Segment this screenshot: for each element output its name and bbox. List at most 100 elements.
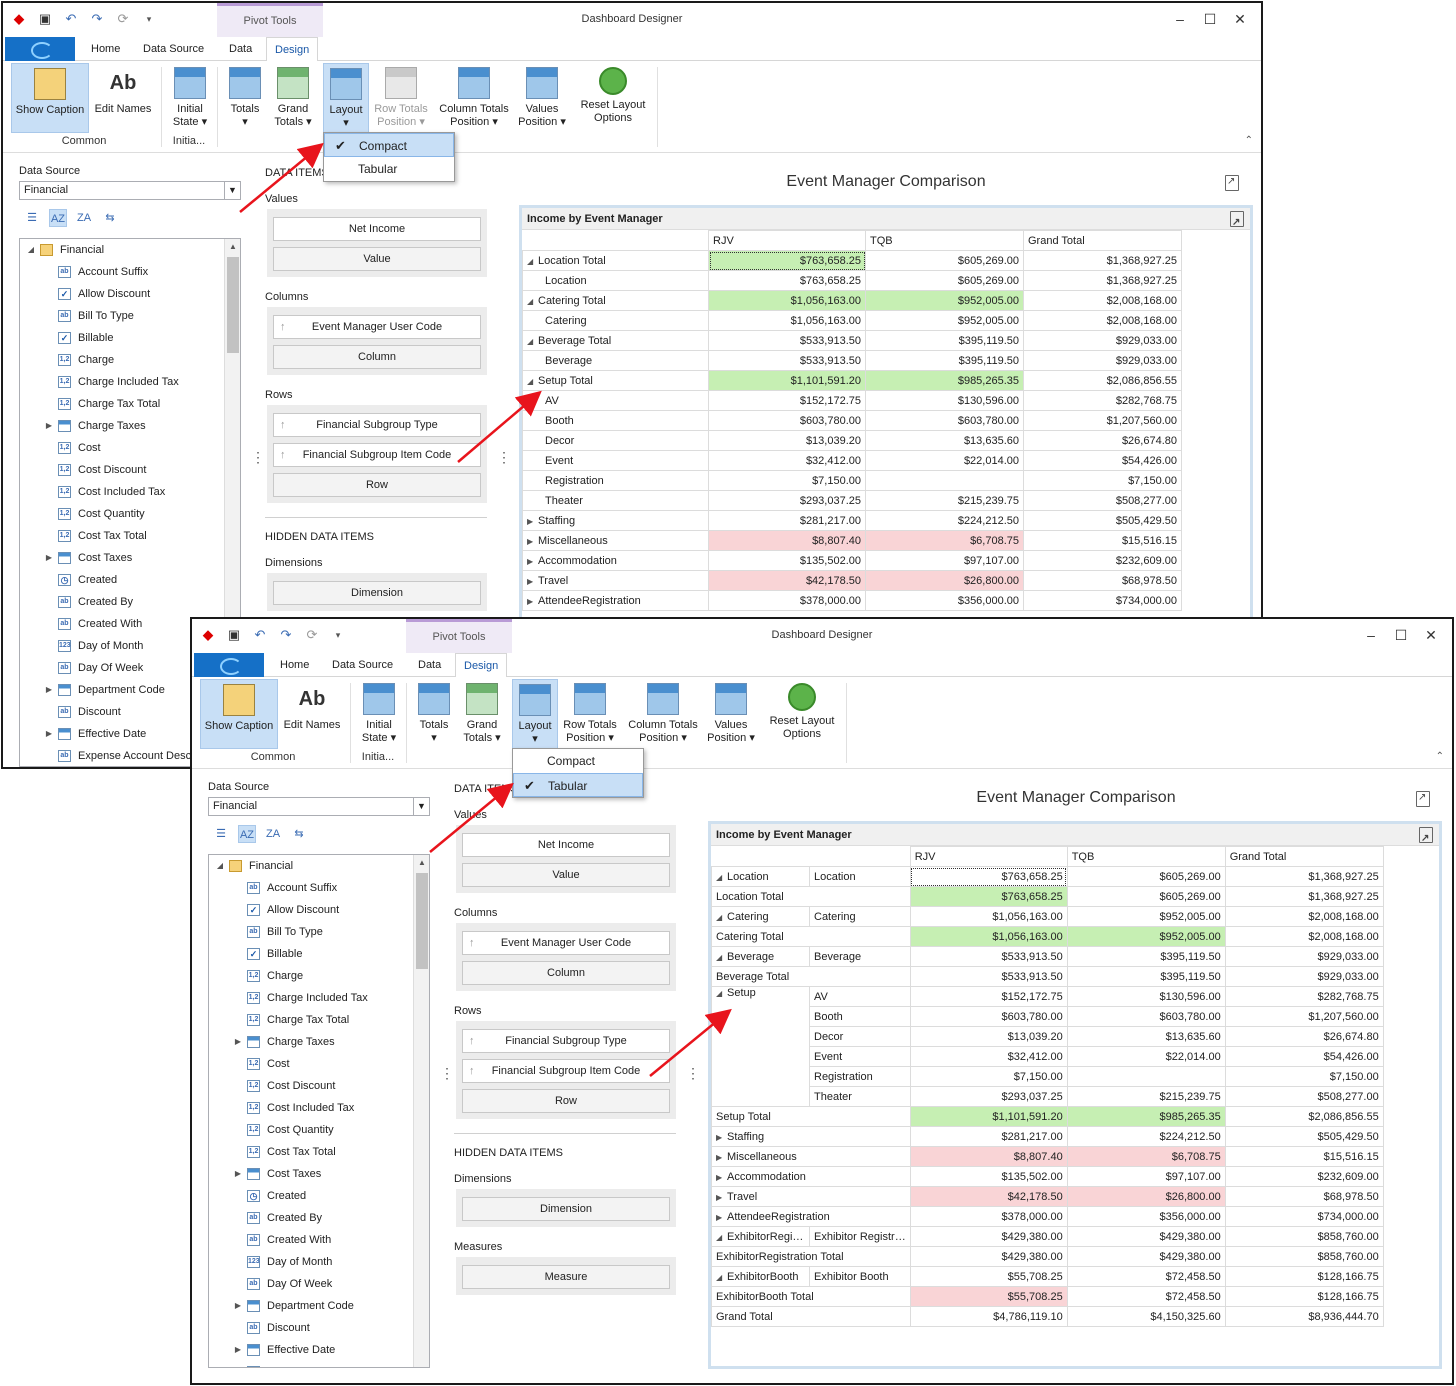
sort-a-z-icon[interactable]: AZ (238, 825, 256, 843)
row-header[interactable]: AV (522, 390, 709, 411)
pivot-cell[interactable]: $508,277.00 (1224, 1086, 1384, 1107)
expand-arrow-icon[interactable]: ▶ (716, 1133, 722, 1142)
pivot-cell[interactable]: $2,008,168.00 (1023, 310, 1182, 331)
tree-node-field[interactable]: 123 Day of Month (209, 1251, 429, 1273)
pivot-cell[interactable] (1066, 1066, 1226, 1087)
pivot-cell[interactable]: $7,150.00 (909, 1066, 1068, 1087)
splitter-handle[interactable]: ⋮ (440, 1065, 454, 1082)
pivot-cell[interactable]: $603,780.00 (909, 1006, 1068, 1027)
export-icon[interactable] (1230, 211, 1244, 234)
pivot-cell[interactable]: $13,635.60 (1066, 1026, 1226, 1047)
pivot-cell[interactable]: $395,119.50 (1066, 966, 1226, 987)
pivot-cell[interactable]: $929,033.00 (1023, 330, 1182, 351)
pivot-cell[interactable]: $281,217.00 (909, 1126, 1068, 1147)
tree-node-field[interactable]: ab Bill To Type (209, 921, 429, 943)
collapse-arrow-icon[interactable]: ◢ (716, 1273, 722, 1282)
pivot-cell[interactable]: $42,178.50 (708, 570, 866, 591)
pivot-cell[interactable]: $224,212.50 (1066, 1126, 1226, 1147)
pivot-cell[interactable]: $1,368,927.25 (1224, 866, 1384, 887)
tree-node-field[interactable]: 1,2 Cost Tax Total (209, 1141, 429, 1163)
column-header[interactable]: Grand Total (1224, 846, 1384, 867)
pivot-cell[interactable]: $55,708.25 (909, 1286, 1068, 1307)
tree-node-field[interactable]: Billable (209, 943, 429, 965)
pivot-cell[interactable]: $356,000.00 (865, 590, 1024, 611)
maximize-icon[interactable]: ☐ (1390, 625, 1412, 645)
expand-arrow-icon[interactable]: ▶ (527, 597, 533, 606)
totals-button[interactable]: Totals ▾ (225, 63, 265, 133)
pivot-cell[interactable]: $72,458.50 (1066, 1266, 1226, 1287)
pivot-cell[interactable]: $224,212.50 (865, 510, 1024, 531)
pivot-cell[interactable]: $281,217.00 (708, 510, 866, 531)
layout-option-tabular[interactable]: ✔ Tabular (513, 773, 643, 797)
tree-node-field[interactable]: Created (20, 569, 240, 591)
pivot-cell[interactable]: $32,412.00 (909, 1046, 1068, 1067)
tree-node-field[interactable]: ab Day Of Week (209, 1273, 429, 1295)
tab-data[interactable]: Data (221, 37, 260, 61)
pivot-cell[interactable]: $6,708.75 (1066, 1146, 1226, 1167)
column-header[interactable]: RJV (708, 230, 866, 251)
pivot-cell[interactable]: $26,674.80 (1224, 1026, 1384, 1047)
column-placeholder[interactable]: Column (462, 961, 670, 985)
financial-subgroup-item-code-item[interactable]: ↑ Financial Subgroup Item Code (273, 443, 481, 467)
row-header[interactable]: Location (522, 270, 709, 291)
pivot-cell[interactable]: $4,150,325.60 (1066, 1306, 1226, 1327)
pivot-cell[interactable]: $603,780.00 (1066, 1006, 1226, 1027)
pivot-cell[interactable]: $603,780.00 (708, 410, 866, 431)
row-header-outer[interactable]: ▶ Miscellaneous (711, 1146, 911, 1167)
pivot-cell[interactable]: $7,150.00 (1023, 470, 1182, 491)
row-totals-position-button[interactable]: Row Totals Position ▾ (560, 679, 620, 749)
layout-option-compact[interactable]: Compact (513, 749, 643, 773)
row-header-outer[interactable]: Catering Total (711, 926, 911, 947)
pivot-cell[interactable]: $1,101,591.20 (708, 370, 866, 391)
expand-arrow-icon[interactable]: ▶ (233, 1031, 243, 1053)
expand-arrow-icon[interactable]: ▶ (233, 1339, 243, 1361)
pivot-cell[interactable]: $13,039.20 (909, 1026, 1068, 1047)
row-header[interactable]: ◢ Catering Total (522, 290, 709, 311)
grand-totals-button[interactable]: Grand Totals ▾ (271, 63, 315, 133)
maximize-icon[interactable]: ☐ (1199, 9, 1221, 29)
pivot-cell[interactable]: $952,005.00 (865, 290, 1024, 311)
row-header-inner[interactable]: Exhibitor Booth (809, 1266, 911, 1287)
tree-node-financial[interactable]: ◢ Financial (20, 239, 240, 261)
minimize-icon[interactable]: – (1169, 9, 1191, 29)
tree-node-field[interactable]: 1,2 Cost Discount (209, 1075, 429, 1097)
pivot-cell[interactable]: $26,674.80 (1023, 430, 1182, 451)
pivot-cell[interactable]: $13,039.20 (708, 430, 866, 451)
column-header[interactable]: TQB (865, 230, 1024, 251)
tree-node-field[interactable]: ▶ Cost Taxes (20, 547, 240, 569)
row-header-outer[interactable]: ◢ Setup (711, 986, 810, 1107)
group-fields-icon[interactable]: ☰ (23, 209, 41, 227)
pivot-cell[interactable]: $1,207,560.00 (1224, 1006, 1384, 1027)
tree-node-field[interactable]: 1,2 Cost Quantity (20, 503, 240, 525)
tree-node-field[interactable]: 1,2 Charge Included Tax (209, 987, 429, 1009)
row-header[interactable]: ◢ Setup Total (522, 370, 709, 391)
pivot-cell[interactable]: $128,166.75 (1224, 1286, 1384, 1307)
pivot-cell[interactable]: $505,429.50 (1224, 1126, 1384, 1147)
layout-option-compact[interactable]: ✔ Compact (324, 133, 454, 157)
pivot-cell[interactable]: $152,172.75 (708, 390, 866, 411)
expand-arrow-icon[interactable]: ▶ (527, 577, 533, 586)
tree-node-field[interactable]: ab Discount (209, 1317, 429, 1339)
layout-button[interactable]: Layout ▾ (512, 679, 558, 749)
export-icon[interactable] (1225, 175, 1239, 191)
pivot-cell[interactable]: $395,119.50 (1066, 946, 1226, 967)
pivot-cell[interactable]: $952,005.00 (865, 310, 1024, 331)
net-income-item[interactable]: Net Income (462, 833, 670, 857)
pivot-cell[interactable]: $763,658.25 (909, 886, 1068, 907)
pivot-cell[interactable]: $929,033.00 (1224, 946, 1384, 967)
row-header[interactable]: Event (522, 450, 709, 471)
row-header-outer[interactable]: ▶ Accommodation (711, 1166, 911, 1187)
column-totals-position-button[interactable]: Column Totals Position ▾ (437, 63, 511, 133)
row-header-outer[interactable]: ▶ AttendeeRegistration (711, 1206, 911, 1227)
values-position-button[interactable]: Values Position ▾ (517, 63, 567, 133)
tree-node-field[interactable]: 1,2 Charge Tax Total (20, 393, 240, 415)
values-position-button[interactable]: Values Position ▾ (706, 679, 756, 749)
row-header[interactable]: ▶ Miscellaneous (522, 530, 709, 551)
splitter-handle[interactable]: ⋮ (497, 449, 511, 466)
row-header-outer[interactable]: ◢ Beverage (711, 946, 810, 967)
row-header[interactable]: Theater (522, 490, 709, 511)
expand-arrow-icon[interactable]: ▶ (44, 723, 54, 745)
value-placeholder[interactable]: Value (273, 247, 481, 271)
pivot-cell[interactable]: $215,239.75 (1066, 1086, 1226, 1107)
reset-layout-options-button[interactable]: Reset Layout Options (766, 679, 838, 749)
